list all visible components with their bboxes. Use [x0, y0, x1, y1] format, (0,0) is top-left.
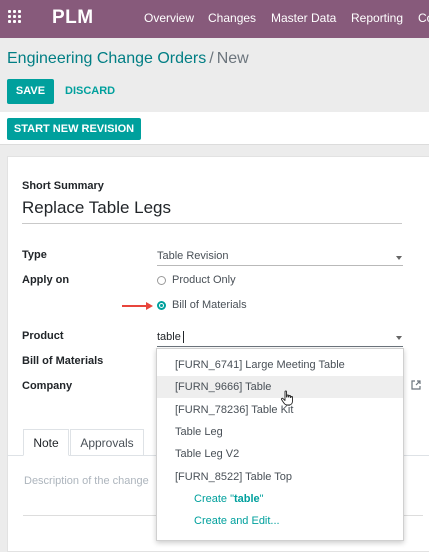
dropdown-option-label: [FURN_6741] Large Meeting Table [175, 359, 345, 371]
type-label: Type [22, 249, 47, 261]
tab-note[interactable]: Note [23, 429, 69, 456]
save-button[interactable]: SAVE [7, 79, 54, 104]
menu-master-data[interactable]: Master Data [271, 11, 336, 25]
type-underline [157, 265, 403, 266]
text-cursor [183, 331, 184, 343]
dropdown-option[interactable]: Table Leg V2 [157, 443, 403, 465]
menu-overview[interactable]: Overview [144, 11, 194, 25]
dropdown-caret-icon[interactable] [396, 256, 402, 260]
product-label: Product [22, 330, 64, 342]
create-prefix: Create " [194, 493, 234, 505]
breadcrumb-separator: / [209, 50, 214, 67]
dropdown-option[interactable]: [FURN_6741] Large Meeting Table [157, 354, 403, 376]
apply-on-label: Apply on [22, 274, 70, 286]
type-select[interactable]: Table Revision [157, 250, 229, 262]
top-navbar: PLM Overview Changes Master Data Reporti… [0, 0, 429, 38]
create-and-edit-option[interactable]: Create and Edit... [157, 510, 403, 532]
dropdown-option-label: [FURN_78236] Table Kit [175, 404, 294, 416]
breadcrumb: Engineering Change Orders / New [7, 50, 249, 68]
bom-label: Bill of Materials [22, 355, 104, 367]
product-autocomplete-dropdown: [FURN_6741] Large Meeting Table [FURN_96… [156, 348, 404, 541]
dropdown-option[interactable]: [FURN_8522] Table Top [157, 466, 403, 488]
start-new-revision-button[interactable]: START NEW REVISION [7, 118, 141, 140]
short-summary-input[interactable]: Replace Table Legs [22, 198, 171, 218]
menu-configuration[interactable]: Co [418, 11, 429, 25]
breadcrumb-parent[interactable]: Engineering Change Orders [7, 50, 206, 67]
dropdown-option-label: Table Leg V2 [175, 448, 240, 460]
radio-product-only[interactable] [157, 276, 166, 285]
breadcrumb-current: New [216, 50, 249, 67]
menu-changes[interactable]: Changes [208, 11, 256, 25]
apps-grid-icon[interactable] [8, 10, 22, 24]
create-option[interactable]: Create "table" [157, 488, 403, 510]
discard-button[interactable]: DISCARD [65, 79, 115, 104]
dropdown-option-label: [FURN_9666] Table [175, 381, 272, 393]
product-input[interactable]: table [157, 331, 181, 343]
radio-bill-of-materials-label[interactable]: Bill of Materials [172, 299, 247, 311]
product-caret-icon[interactable] [396, 336, 402, 340]
radio-bill-of-materials[interactable] [157, 301, 166, 310]
create-suffix: " [259, 493, 264, 505]
company-label: Company [22, 380, 73, 392]
note-description-field[interactable]: Description of the change [24, 475, 149, 487]
external-link-icon[interactable] [411, 380, 421, 390]
menu-reporting[interactable]: Reporting [351, 11, 403, 25]
dropdown-option[interactable]: Table Leg [157, 421, 403, 443]
product-underline [157, 346, 403, 347]
radio-product-only-label[interactable]: Product Only [172, 274, 236, 286]
create-term: table [233, 493, 260, 505]
create-and-edit-label: Create and Edit... [194, 515, 280, 527]
create-option-label: Create "table" [194, 488, 264, 510]
dropdown-option-label: [FURN_8522] Table Top [175, 471, 292, 483]
short-summary-label: Short Summary [22, 180, 104, 192]
tab-approvals[interactable]: Approvals [70, 429, 144, 456]
red-arrow-head [146, 302, 153, 310]
hand-pointer-icon [280, 390, 293, 406]
dropdown-option-label: Table Leg [175, 426, 223, 438]
red-arrow-icon [122, 305, 147, 307]
short-summary-underline [22, 223, 402, 224]
app-brand[interactable]: PLM [52, 7, 94, 29]
